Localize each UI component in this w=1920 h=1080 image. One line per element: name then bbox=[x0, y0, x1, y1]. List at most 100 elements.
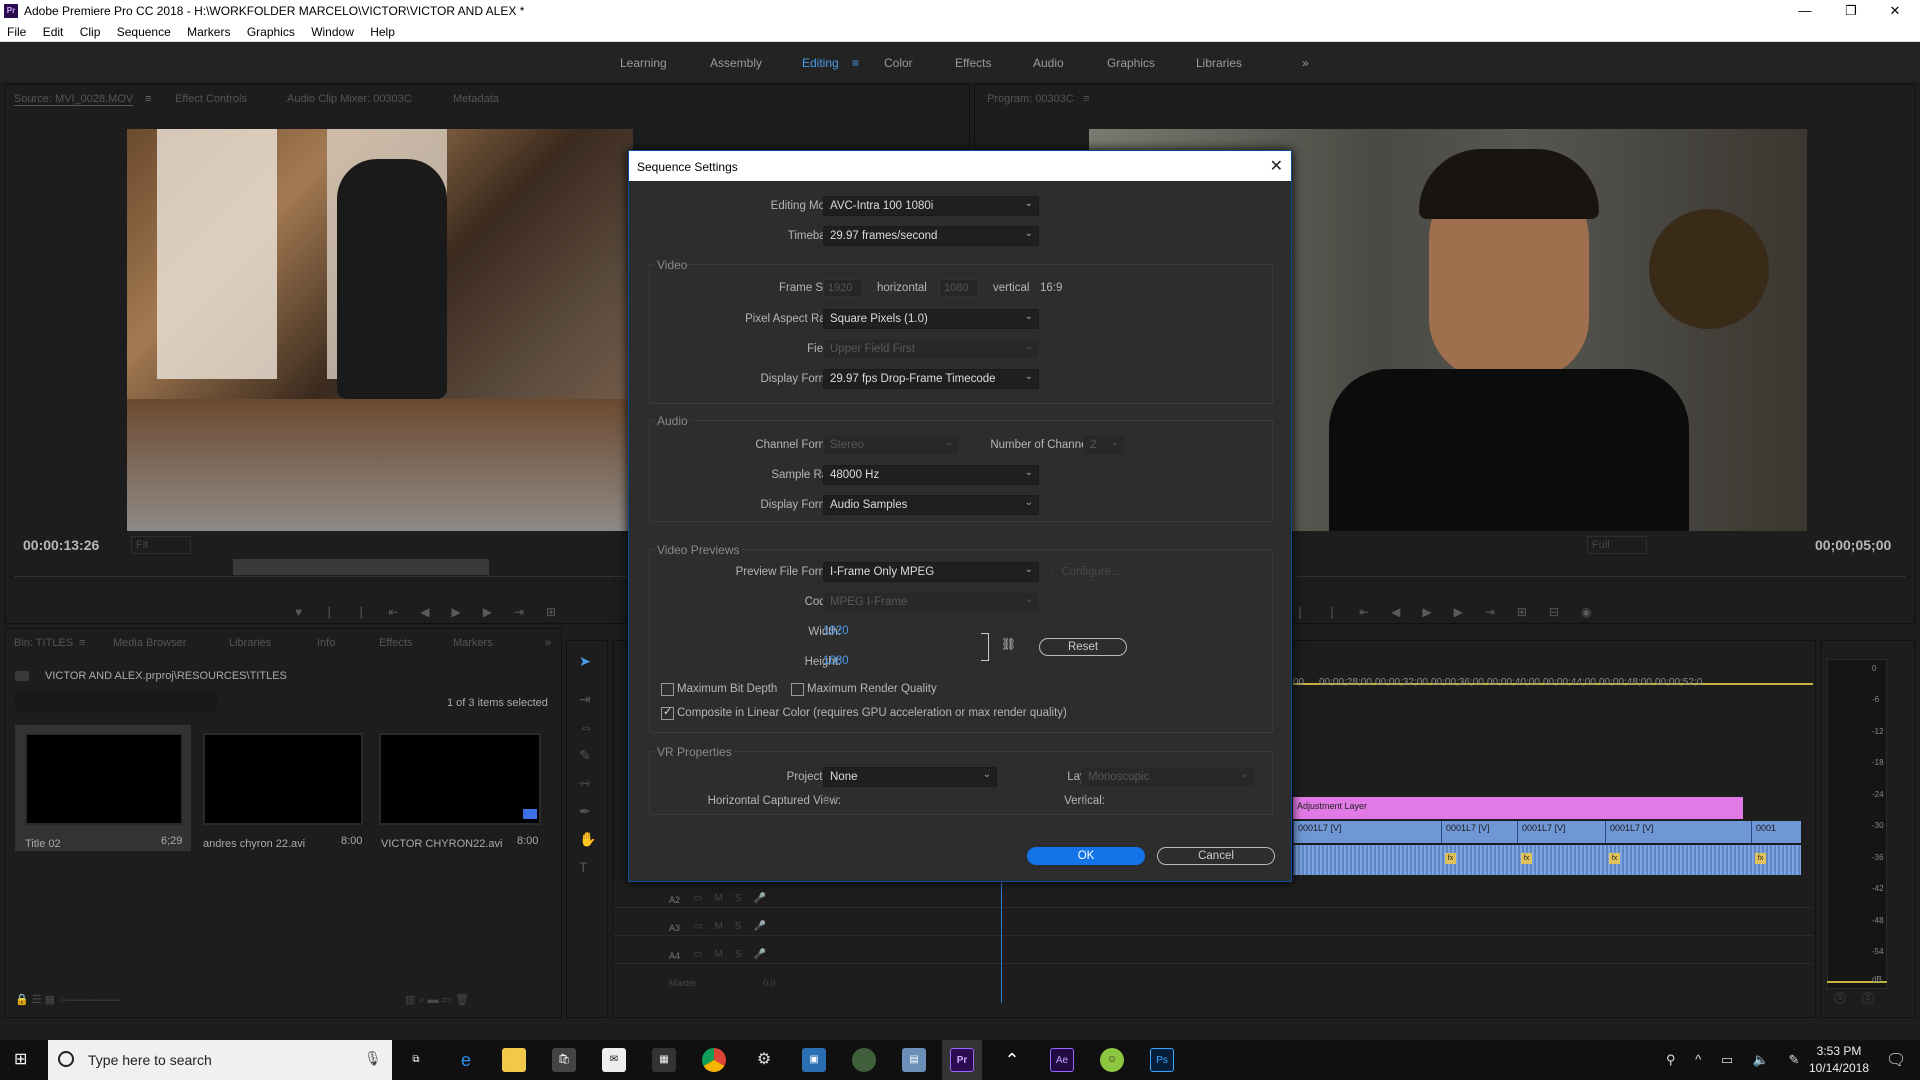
audio-display-format-select[interactable]: Audio Samples ⌄ bbox=[823, 495, 1039, 515]
tab-source[interactable]: Source: MVI_0028.MOV bbox=[14, 93, 134, 106]
max-bit-depth-checkbox[interactable] bbox=[661, 683, 674, 696]
layout-select[interactable]: Monoscopic ⌄ bbox=[1081, 767, 1255, 787]
arrow-app-icon[interactable]: ⌃ bbox=[1000, 1048, 1024, 1072]
source-transport-controls[interactable]: ♥❘❘⇤◀▶▶⇥⊞ bbox=[15, 605, 635, 621]
workspace-graphics[interactable]: Graphics bbox=[1107, 56, 1155, 70]
project-tabs-overflow-icon[interactable]: » bbox=[545, 637, 551, 649]
meter-solo-button[interactable]: S bbox=[1834, 992, 1846, 1004]
source-panel-menu-icon[interactable]: ≡ bbox=[145, 93, 151, 105]
microphone-icon[interactable]: 🎙 bbox=[364, 1050, 382, 1067]
reset-button[interactable]: Reset bbox=[1039, 638, 1127, 656]
selection-tool-icon[interactable]: ➤ bbox=[579, 653, 591, 670]
preview-height-value[interactable]: 1080 bbox=[823, 655, 849, 667]
windows-start-icon[interactable]: ⊞ bbox=[14, 1051, 32, 1069]
pixel-aspect-select[interactable]: Square Pixels (1.0) ⌄ bbox=[823, 309, 1039, 329]
program-panel-menu-icon[interactable]: ≡ bbox=[1083, 93, 1089, 105]
track-master[interactable]: Master bbox=[669, 978, 697, 988]
ok-button[interactable]: OK bbox=[1027, 847, 1145, 865]
preview-format-select[interactable]: I-Frame Only MPEG ⌄ bbox=[823, 562, 1039, 582]
tab-markers[interactable]: Markers bbox=[453, 637, 493, 649]
track-a4[interactable]: A4 bbox=[669, 951, 680, 961]
menu-graphics[interactable]: Graphics bbox=[240, 22, 301, 39]
menu-markers[interactable]: Markers bbox=[180, 22, 236, 39]
video-clip[interactable]: 0001L7 [V] bbox=[1441, 821, 1517, 843]
preview-width-value[interactable]: 1920 bbox=[823, 625, 849, 637]
menu-file[interactable]: File bbox=[0, 22, 32, 39]
bin-item-andres-chyron[interactable] bbox=[203, 733, 363, 825]
workspace-learning[interactable]: Learning bbox=[620, 56, 667, 70]
photoshop-icon[interactable]: Ps bbox=[1150, 1048, 1174, 1072]
fields-select[interactable]: Upper Field First ⌄ bbox=[823, 339, 1039, 359]
workspace-libraries[interactable]: Libraries bbox=[1196, 56, 1242, 70]
timebase-select[interactable]: 29.97 frames/second ⌄ bbox=[823, 226, 1039, 246]
bin-search-input[interactable] bbox=[15, 693, 217, 711]
video-clip[interactable]: 0001L7 [V] bbox=[1293, 821, 1441, 843]
menu-clip[interactable]: Clip bbox=[73, 22, 107, 39]
tab-effects[interactable]: Effects bbox=[379, 637, 412, 649]
video-clip[interactable]: 0001L7 [V] bbox=[1605, 821, 1751, 843]
taskbar-time[interactable]: 3:53 PM bbox=[1804, 1044, 1874, 1058]
store-icon[interactable]: 🛍 bbox=[552, 1048, 576, 1072]
calculator-icon[interactable]: ▦ bbox=[652, 1048, 676, 1072]
workspace-color[interactable]: Color bbox=[884, 56, 913, 70]
menu-sequence[interactable]: Sequence bbox=[110, 22, 177, 39]
android-app-icon[interactable]: ☺ bbox=[1100, 1048, 1124, 1072]
media-app-icon[interactable] bbox=[852, 1048, 876, 1072]
editing-mode-select[interactable]: AVC-Intra 100 1080i ⌄ bbox=[823, 196, 1039, 216]
frame-height-field[interactable]: 1080 bbox=[939, 279, 979, 297]
projection-select[interactable]: None ⌄ bbox=[823, 767, 997, 787]
horizontal-captured-view-value[interactable]: 0 ° bbox=[823, 795, 837, 807]
notifications-icon[interactable]: 🗨 bbox=[1886, 1050, 1906, 1070]
master-volume-value[interactable]: 0.0 bbox=[763, 978, 776, 988]
playhead[interactable] bbox=[1001, 881, 1002, 1003]
chain-link-icon[interactable]: ⛓ bbox=[1001, 637, 1016, 651]
codec-select[interactable]: MPEG I-Frame ⌄ bbox=[823, 592, 1039, 612]
audio-clip-waveform[interactable] bbox=[1293, 845, 1801, 875]
close-window-button[interactable]: ✕ bbox=[1872, 0, 1918, 22]
dialog-close-button[interactable]: ✕ bbox=[1270, 156, 1283, 176]
program-quality-select[interactable]: Full bbox=[1587, 536, 1647, 554]
taskbar-date[interactable]: 10/14/2018 bbox=[1804, 1061, 1874, 1075]
settings-gear-icon[interactable]: ⚙ bbox=[752, 1048, 776, 1072]
project-panel-menu-icon[interactable]: ≡ bbox=[79, 637, 85, 649]
video-clip[interactable]: 0001L7 [V] bbox=[1517, 821, 1605, 843]
menu-edit[interactable]: Edit bbox=[36, 22, 70, 39]
adjustment-layer-clip[interactable]: Adjustment Layer bbox=[1293, 797, 1743, 819]
max-render-quality-checkbox[interactable] bbox=[791, 683, 804, 696]
tab-media-browser[interactable]: Media Browser bbox=[113, 637, 186, 649]
menu-window[interactable]: Window bbox=[304, 22, 360, 39]
tab-info[interactable]: Info bbox=[317, 637, 335, 649]
tab-program[interactable]: Program: 00303C bbox=[987, 93, 1074, 105]
workspace-effects[interactable]: Effects bbox=[955, 56, 991, 70]
file-explorer-icon[interactable] bbox=[502, 1048, 526, 1072]
tab-metadata[interactable]: Metadata bbox=[453, 93, 499, 105]
workspace-editing[interactable]: Editing bbox=[802, 56, 839, 70]
program-time-ruler[interactable] bbox=[1295, 567, 1905, 577]
mail-icon[interactable]: ✉ bbox=[602, 1048, 626, 1072]
sample-rate-select[interactable]: 48000 Hz ⌄ bbox=[823, 465, 1039, 485]
track-a2[interactable]: A2 bbox=[669, 895, 680, 905]
utility-app-icon[interactable]: ▤ bbox=[902, 1048, 926, 1072]
tools-icons[interactable]: ⇥ ⇔ ✎ ⇿ ✒ ✋ T bbox=[579, 685, 599, 881]
system-tray-icons[interactable]: ⚲ ^ ▭ 🔈 ✎ bbox=[1666, 1052, 1807, 1068]
vertical-view-value[interactable]: 0 ° bbox=[1081, 795, 1095, 807]
cancel-button[interactable]: Cancel bbox=[1157, 847, 1275, 865]
linear-color-checkbox[interactable] bbox=[661, 705, 674, 720]
tab-bin-titles[interactable]: Bin: TITLES bbox=[14, 637, 73, 649]
after-effects-icon[interactable]: Ae bbox=[1050, 1048, 1074, 1072]
display-format-select[interactable]: 29.97 fps Drop-Frame Timecode ⌄ bbox=[823, 369, 1039, 389]
tab-audio-clip-mixer[interactable]: Audio Clip Mixer: 00303C bbox=[287, 93, 412, 105]
remote-desktop-icon[interactable]: ▣ bbox=[802, 1048, 826, 1072]
workspace-menu-icon[interactable]: ≡ bbox=[852, 56, 859, 70]
workspace-audio[interactable]: Audio bbox=[1033, 56, 1064, 70]
frame-width-field[interactable]: 1920 bbox=[823, 279, 863, 297]
chrome-icon[interactable] bbox=[702, 1048, 726, 1072]
num-channels-select[interactable]: 2 ⌄ bbox=[1083, 435, 1125, 455]
edge-icon[interactable]: e bbox=[454, 1048, 478, 1072]
video-clip[interactable]: 0001 bbox=[1751, 821, 1801, 843]
channel-format-select[interactable]: Stereo ⌄ bbox=[823, 435, 959, 455]
workspace-overflow-icon[interactable]: » bbox=[1302, 56, 1309, 70]
premiere-taskbar-icon[interactable]: Pr bbox=[950, 1048, 974, 1072]
tab-libraries[interactable]: Libraries bbox=[229, 637, 271, 649]
track-controls[interactable]: ▭MS🎤 ▭MS🎤 ▭MS🎤 bbox=[693, 885, 793, 975]
